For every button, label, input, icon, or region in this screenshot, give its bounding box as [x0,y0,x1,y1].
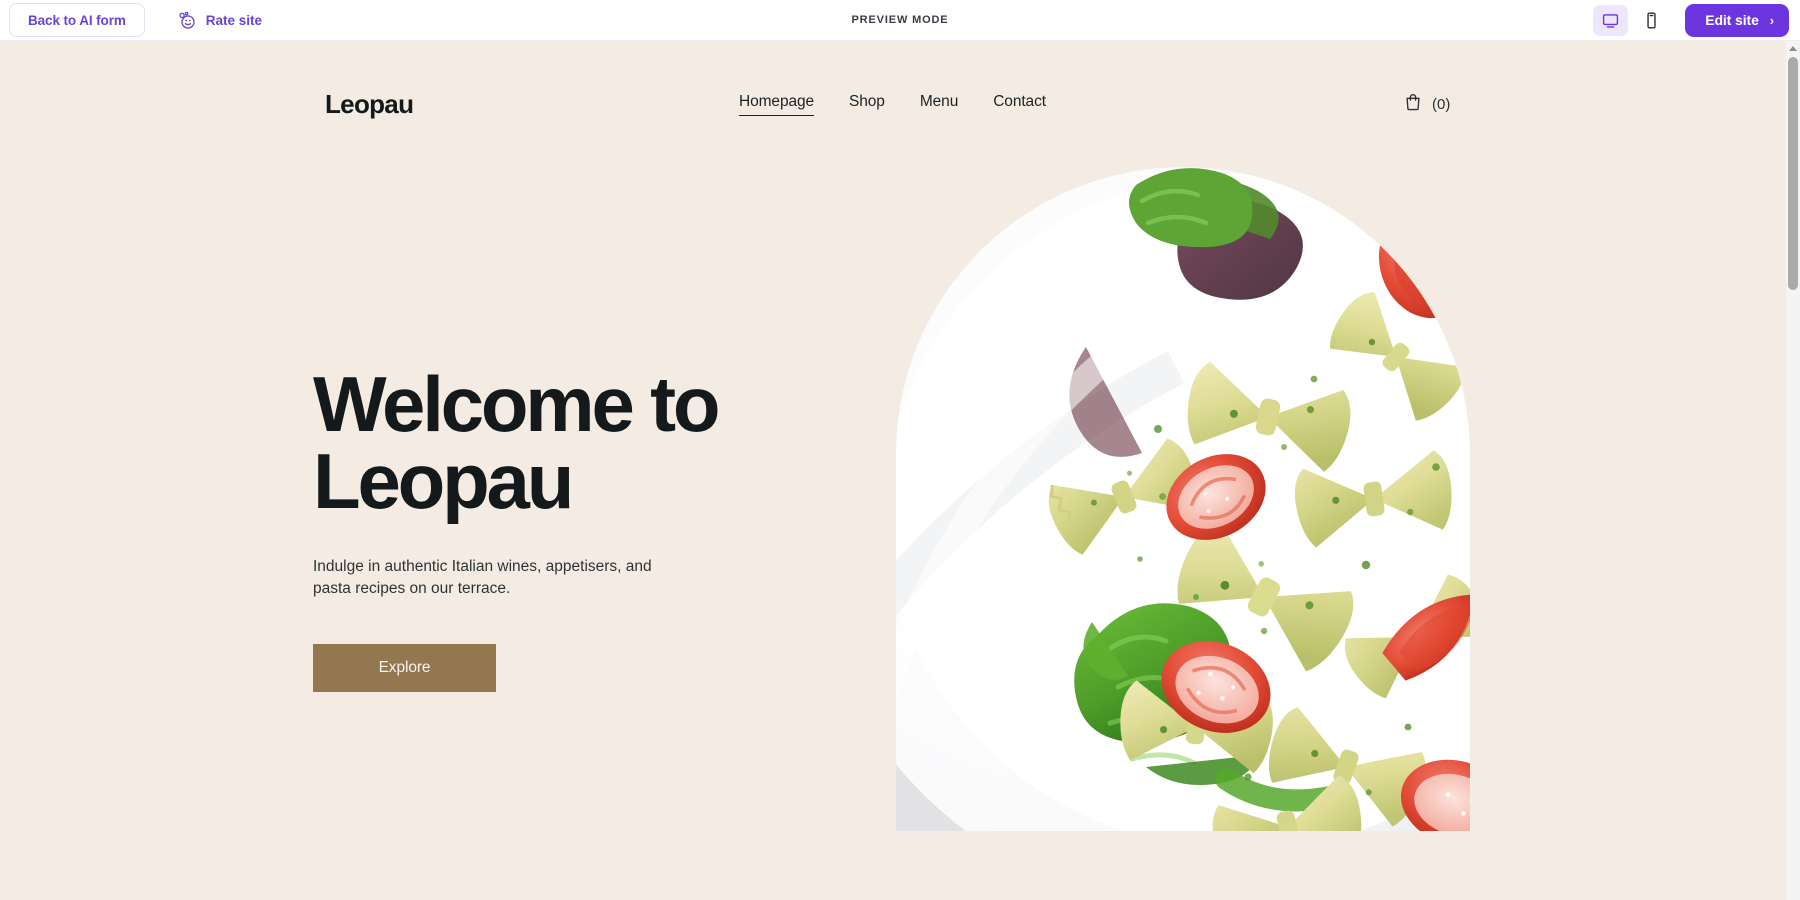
back-to-ai-form-button[interactable]: Back to AI form [9,3,145,37]
nav-link-menu[interactable]: Menu [920,93,958,115]
hero-content: Welcome to Leopau Indulge in authentic I… [313,360,873,693]
edit-site-button[interactable]: Edit site › [1685,3,1789,37]
scrollbar-thumb[interactable] [1788,57,1798,290]
rate-site-label: Rate site [205,12,263,28]
desktop-view-button[interactable] [1593,4,1629,36]
hero-subtitle: Indulge in authentic Italian wines, appe… [313,558,652,598]
cart-button[interactable]: (0) [1403,92,1450,117]
preview-toolbar-right: Edit site › [1593,3,1800,37]
hero-title: Welcome to Leopau [313,360,873,526]
site-logo[interactable]: Leopau [325,89,414,120]
scroll-up-arrow-icon[interactable] [1786,41,1800,55]
rate-site-button[interactable]: Rate site [177,10,262,30]
site-header: Leopau Homepage Shop Menu Contact (0) [0,75,1786,133]
hero-title-line-1: Welcome to [313,360,721,448]
smiley-feedback-icon [177,10,197,30]
nav-link-contact[interactable]: Contact [993,93,1046,115]
vertical-scrollbar[interactable] [1786,41,1800,900]
shopping-bag-icon [1403,92,1423,117]
preview-mode-label: PREVIEW MODE [851,14,949,26]
cart-count-label: (0) [1432,95,1451,113]
hero-image [896,167,1470,831]
mobile-phone-icon [1642,11,1661,30]
chevron-right-icon: › [1769,12,1774,28]
explore-button[interactable]: Explore [313,644,496,693]
edit-site-label: Edit site [1705,12,1759,28]
site-preview-canvas: Leopau Homepage Shop Menu Contact (0) We… [0,41,1786,900]
mobile-view-button[interactable] [1634,5,1669,36]
nav-link-shop[interactable]: Shop [849,93,885,115]
site-navigation: Homepage Shop Menu Contact [739,93,1046,116]
desktop-monitor-icon [1601,11,1620,30]
preview-toolbar: Back to AI form Rate site PREVIEW MODE E… [0,0,1800,41]
hero-title-line-2: Leopau [313,437,574,526]
nav-link-homepage[interactable]: Homepage [739,93,814,116]
